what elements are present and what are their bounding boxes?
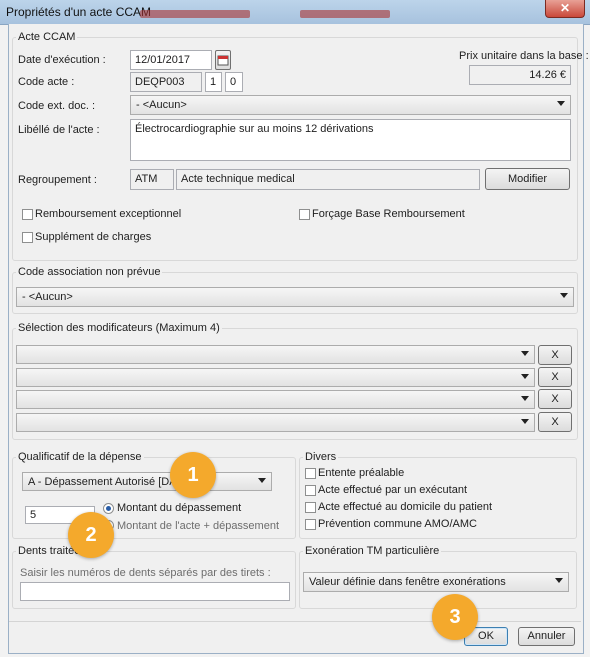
executant-checkbox[interactable] <box>305 485 316 496</box>
remboursement-exceptionnel-checkbox[interactable] <box>22 209 33 220</box>
code-activite-input[interactable]: 1 <box>205 72 222 92</box>
cancel-button[interactable]: Annuler <box>518 627 575 646</box>
montant-total-label: Montant de l'acte + dépassement <box>117 520 280 532</box>
modificateur-clear-button-4[interactable]: X <box>538 412 572 432</box>
prevention-checkbox[interactable] <box>305 519 316 530</box>
prix-field: 14.26 € <box>469 65 571 85</box>
association-select[interactable]: - <Aucun> <box>16 287 574 307</box>
acte-ccam-group-label: Acte CCAM <box>16 31 78 43</box>
modificateur-clear-button-3[interactable]: X <box>538 389 572 409</box>
date-input[interactable]: 12/01/2017 <box>130 50 212 70</box>
modificateur-clear-button-2[interactable]: X <box>538 367 572 387</box>
executant-label: Acte effectué par un exécutant <box>318 484 468 496</box>
chevron-down-icon <box>521 351 529 356</box>
calendar-icon <box>217 55 229 66</box>
domicile-checkbox[interactable] <box>305 502 316 513</box>
dents-hint: Saisir les numéros de dents séparés par … <box>20 567 271 579</box>
code-label: Code acte : <box>18 76 75 88</box>
window-title: Propriétés d'un acte CCAM <box>6 5 152 19</box>
domicile-label: Acte effectué au domicile du patient <box>318 501 493 513</box>
chevron-down-icon <box>560 293 568 298</box>
close-button[interactable]: ✕ <box>545 0 585 18</box>
regroupement-desc-field: Acte technique medical <box>176 169 480 190</box>
background-tab <box>300 10 390 18</box>
entente-prealable-checkbox[interactable] <box>305 468 316 479</box>
ext-doc-value: - <Aucun> <box>136 99 187 111</box>
date-label: Date d'exécution : <box>18 54 106 66</box>
regroupement-label: Regroupement : <box>18 174 97 186</box>
chevron-down-icon <box>258 478 266 483</box>
prevention-label: Prévention commune AMO/AMC <box>318 518 477 530</box>
code-phase-input[interactable]: 0 <box>225 72 243 92</box>
modifier-button[interactable]: Modifier <box>485 168 570 190</box>
supplement-charges-checkbox[interactable] <box>22 232 33 243</box>
footer-separator <box>9 621 581 622</box>
callout-badge-3: 3 <box>432 594 478 640</box>
entente-prealable-label: Entente préalable <box>318 467 405 479</box>
chevron-down-icon <box>557 101 565 106</box>
modificateur-select-4[interactable] <box>16 413 535 432</box>
chevron-down-icon <box>555 578 563 583</box>
modificateur-select-3[interactable] <box>16 390 535 409</box>
montant-depassement-radio[interactable] <box>103 503 114 514</box>
remboursement-exceptionnel-label: Remboursement exceptionnel <box>35 208 182 220</box>
supplement-charges-label: Supplément de charges <box>35 231 152 243</box>
association-group-label: Code association non prévue <box>16 266 163 278</box>
code-acte-field: DEQP003 <box>130 72 202 92</box>
forcage-base-checkbox[interactable] <box>299 209 310 220</box>
ext-doc-select[interactable]: - <Aucun> <box>130 95 571 115</box>
libelle-textarea[interactable]: Électrocardiographie sur au moins 12 dér… <box>130 119 571 161</box>
exoneration-select[interactable]: Valeur définie dans fenêtre exonérations <box>303 572 569 592</box>
qualificatif-group-label: Qualificatif de la dépense <box>16 451 144 463</box>
chevron-down-icon <box>521 396 529 401</box>
divers-group-label: Divers <box>303 451 339 463</box>
modificateur-select-2[interactable] <box>16 368 535 387</box>
libelle-label: Libéllé de l'acte : <box>18 124 100 136</box>
chevron-down-icon <box>521 419 529 424</box>
background-tab <box>140 10 250 18</box>
exoneration-group-label: Exonération TM particulière <box>303 545 442 557</box>
forcage-base-label: Forçage Base Remboursement <box>312 208 465 220</box>
qualificatif-value: A - Dépassement Autorisé [DA] <box>28 476 180 488</box>
dents-input[interactable] <box>20 582 290 601</box>
qualificatif-select[interactable]: A - Dépassement Autorisé [DA] <box>22 472 272 491</box>
modificateurs-group-label: Sélection des modificateurs (Maximum 4) <box>16 322 222 334</box>
chevron-down-icon <box>521 374 529 379</box>
title-bar: Propriétés d'un acte CCAM ✕ <box>0 0 590 25</box>
callout-badge-1: 1 <box>170 452 216 498</box>
callout-badge-2: 2 <box>68 512 114 558</box>
ext-doc-label: Code ext. doc. : <box>18 100 96 112</box>
exoneration-value: Valeur définie dans fenêtre exonérations <box>309 576 506 588</box>
modificateur-clear-button-1[interactable]: X <box>538 345 572 365</box>
regroupement-code-field: ATM <box>130 169 174 190</box>
association-value: - <Aucun> <box>22 291 73 303</box>
montant-depassement-label: Montant du dépassement <box>117 502 242 514</box>
prix-label: Prix unitaire dans la base : <box>459 50 589 62</box>
calendar-button[interactable] <box>215 50 231 70</box>
modificateur-select-1[interactable] <box>16 345 535 364</box>
